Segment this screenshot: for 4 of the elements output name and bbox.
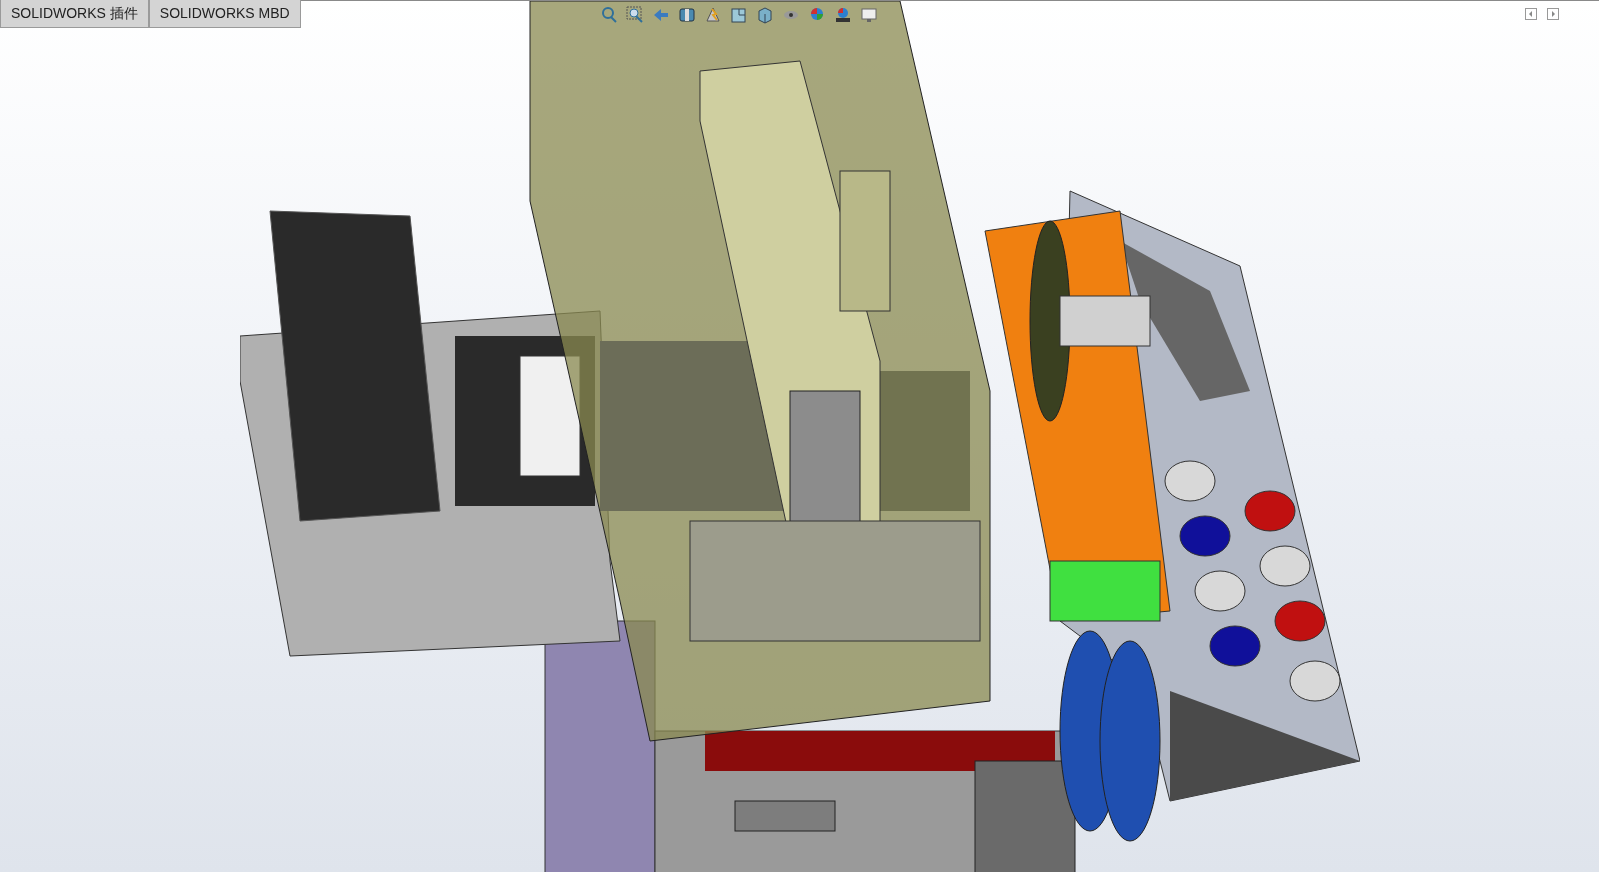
- command-manager-tab[interactable]: SOLIDWORKS 插件: [0, 0, 149, 28]
- collapse-right-icon[interactable]: [1547, 8, 1559, 20]
- collapse-left-icon[interactable]: [1525, 8, 1537, 20]
- command-manager-tab[interactable]: SOLIDWORKS MBD: [148, 0, 301, 28]
